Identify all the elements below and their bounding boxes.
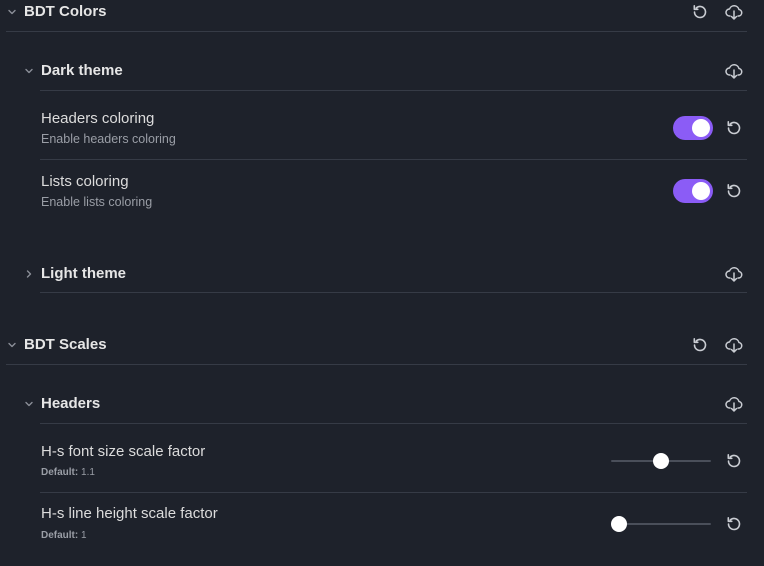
- cloud-download-icon[interactable]: [724, 394, 744, 414]
- font-size-scale-slider[interactable]: [611, 452, 711, 470]
- setting-default: Default: 1: [41, 530, 87, 541]
- group-title-light-theme[interactable]: Light theme: [41, 265, 126, 282]
- line-height-scale-slider[interactable]: [611, 515, 711, 533]
- chevron-right-icon[interactable]: [23, 268, 35, 280]
- chevron-down-icon[interactable]: [6, 339, 18, 351]
- divider: [40, 292, 747, 293]
- divider: [40, 90, 747, 91]
- divider: [6, 31, 747, 32]
- reset-icon[interactable]: [724, 181, 744, 201]
- reset-icon[interactable]: [690, 335, 710, 355]
- setting-name: Headers coloring: [41, 110, 155, 127]
- divider: [40, 159, 747, 160]
- group-title-headers[interactable]: Headers: [41, 395, 100, 412]
- section-title-bdt-scales[interactable]: BDT Scales: [24, 336, 107, 353]
- reset-icon[interactable]: [724, 451, 744, 471]
- cloud-download-icon[interactable]: [724, 61, 744, 81]
- group-title-dark-theme[interactable]: Dark theme: [41, 62, 123, 79]
- setting-name: H-s font size scale factor: [41, 443, 206, 460]
- cloud-download-icon[interactable]: [724, 2, 744, 22]
- divider: [6, 364, 747, 365]
- reset-icon[interactable]: [724, 118, 744, 138]
- lists-coloring-toggle[interactable]: [673, 179, 713, 203]
- cloud-download-icon[interactable]: [724, 264, 744, 284]
- chevron-down-icon[interactable]: [23, 65, 35, 77]
- section-title-bdt-colors[interactable]: BDT Colors: [24, 3, 107, 20]
- setting-name: H-s line height scale factor: [41, 505, 218, 522]
- cloud-download-icon[interactable]: [724, 335, 744, 355]
- setting-description: Enable headers coloring: [41, 132, 176, 146]
- slider-thumb[interactable]: [653, 453, 669, 469]
- divider: [40, 492, 747, 493]
- chevron-down-icon[interactable]: [23, 398, 35, 410]
- setting-name: Lists coloring: [41, 173, 129, 190]
- setting-description: Enable lists coloring: [41, 195, 153, 209]
- headers-coloring-toggle[interactable]: [673, 116, 713, 140]
- slider-thumb[interactable]: [611, 516, 627, 532]
- chevron-down-icon[interactable]: [6, 6, 18, 18]
- reset-icon[interactable]: [724, 514, 744, 534]
- divider: [40, 423, 747, 424]
- setting-default: Default: 1.1: [41, 467, 95, 478]
- reset-icon[interactable]: [690, 2, 710, 22]
